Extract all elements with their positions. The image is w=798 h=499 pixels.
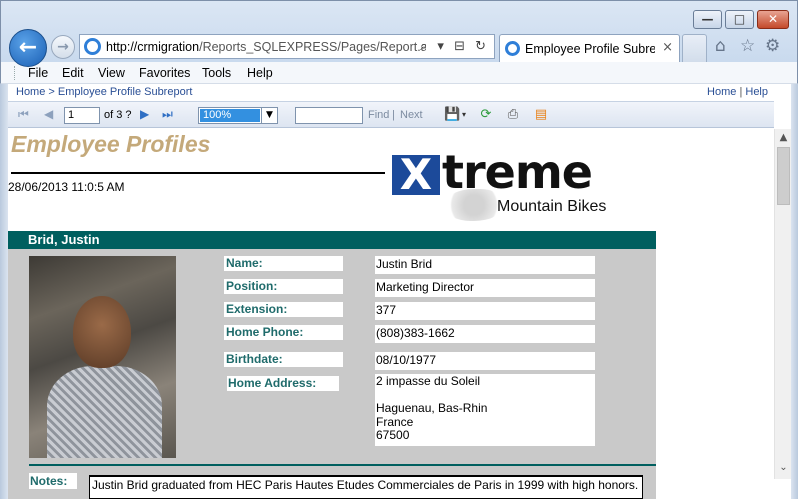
breadcrumb: Home > Employee Profile Subreport Home |… <box>8 84 774 101</box>
report-date: 28/06/2013 11:0:5 AM <box>8 180 125 194</box>
breadcrumb-separator: > <box>48 86 55 98</box>
close-window-button[interactable]: ✕ <box>757 10 789 29</box>
window-left-edge <box>0 84 8 499</box>
ie-page-icon <box>84 38 101 55</box>
position-label: Position: <box>224 279 343 294</box>
print-icon[interactable]: ⎙ <box>505 107 521 123</box>
vertical-scrollbar[interactable]: ▲ ⌄ <box>774 129 791 479</box>
address-url[interactable]: http://crmigration/Reports_SQLEXPRESS/Pa… <box>106 40 426 54</box>
position-value: Marketing Director <box>375 279 595 297</box>
employee-photo <box>29 256 176 458</box>
scroll-down-icon[interactable]: ⌄ <box>775 459 792 476</box>
back-button[interactable]: ← <box>9 29 47 67</box>
employee-header-name: Brid, Justin <box>28 232 100 247</box>
url-domain: http://crmigration <box>106 40 200 54</box>
link-separator: | <box>739 86 743 98</box>
logo-subtitle: Mountain Bikes <box>497 198 607 215</box>
menu-bar: File Edit View Favorites Tools Help <box>0 62 798 84</box>
menu-view[interactable]: View <box>98 66 125 80</box>
notes-divider <box>29 464 656 466</box>
tab-employee-profile[interactable]: Employee Profile Subre... × <box>499 34 680 62</box>
title-divider <box>11 172 385 174</box>
menu-help[interactable]: Help <box>247 66 273 80</box>
report-title: Employee Profiles <box>11 131 211 157</box>
photo-shirt <box>47 366 162 458</box>
xtreme-logo: X treme Mountain Bikes <box>392 145 652 221</box>
new-tab-button[interactable] <box>682 34 707 62</box>
maximize-icon: □ <box>733 12 746 26</box>
zoom-select[interactable]: 100% ▼ <box>198 107 278 124</box>
tab-close-icon[interactable]: × <box>662 40 673 56</box>
birthdate-label: Birthdate: <box>224 352 343 367</box>
employee-header: Brid, Justin <box>8 231 656 249</box>
export-dropdown-icon[interactable]: ▾ <box>460 107 468 123</box>
home-address-value: 2 impasse du Soleil Haguenau, Bas-Rhin F… <box>375 374 595 446</box>
chevron-down-icon[interactable]: ▼ <box>261 108 277 123</box>
name-value: Justin Brid <box>375 256 595 274</box>
find-next-link[interactable]: Next <box>400 109 423 121</box>
notes-label: Notes: <box>29 473 77 489</box>
scroll-thumb[interactable] <box>777 147 790 205</box>
url-path: /Reports_SQLEXPRESS/Pages/Report.aspx? <box>199 40 426 54</box>
menu-edit[interactable]: Edit <box>62 66 84 80</box>
breadcrumb-home-link[interactable]: Home <box>16 86 45 98</box>
zoom-value: 100% <box>200 109 260 122</box>
address-bar[interactable]: http://crmigration/Reports_SQLEXPRESS/Pa… <box>79 34 495 59</box>
first-page-icon[interactable]: ⏮ <box>18 107 29 122</box>
scroll-up-icon[interactable]: ▲ <box>775 129 792 146</box>
page-count-text: of 3 ? <box>104 109 132 121</box>
name-label: Name: <box>224 256 343 271</box>
minimize-icon: — <box>701 12 714 26</box>
menu-tools[interactable]: Tools <box>202 66 231 80</box>
notes-value: Justin Brid graduated from HEC Paris Hau… <box>89 475 643 499</box>
home-link[interactable]: Home <box>707 86 736 98</box>
prev-page-icon[interactable]: ◀ <box>44 107 53 122</box>
address-bar-icons[interactable]: ⌕ ▾ ⊟ ↻ <box>420 38 489 55</box>
menu-favorites[interactable]: Favorites <box>139 66 190 80</box>
export-icon[interactable]: 💾 <box>444 107 460 123</box>
next-page-icon[interactable]: ▶ <box>140 107 149 122</box>
menu-file[interactable]: File <box>28 66 48 80</box>
close-icon: ✕ <box>767 12 779 26</box>
find-link[interactable]: Find <box>368 109 389 121</box>
find-separator: | <box>392 109 395 121</box>
report-canvas: Employee Profiles 28/06/2013 11:0:5 AM X… <box>8 129 774 499</box>
ie-tab-icon <box>505 41 520 56</box>
forward-arrow-icon: → <box>57 39 69 55</box>
back-arrow-icon: ← <box>18 35 38 60</box>
extension-value: 377 <box>375 302 595 320</box>
extension-label: Extension: <box>224 302 343 317</box>
report-toolbar: ⏮ ◀ 1 of 3 ? ▶ ⏭ 100% ▼ Find | Next 💾 ▾ … <box>8 101 774 128</box>
window-right-edge <box>791 84 798 499</box>
tab-title: Employee Profile Subre... <box>525 42 655 56</box>
home-phone-label: Home Phone: <box>224 325 343 340</box>
employee-details: Name: Justin Brid Position: Marketing Di… <box>8 249 656 499</box>
menu-grip <box>14 66 17 80</box>
breadcrumb-current-link[interactable]: Employee Profile Subreport <box>58 86 193 98</box>
data-feed-icon[interactable]: ▤ <box>533 107 549 123</box>
favorites-star-icon[interactable]: ☆ <box>740 36 755 56</box>
photo-head <box>73 296 131 368</box>
logo-wordmark: treme <box>442 145 593 199</box>
maximize-button[interactable]: □ <box>725 10 754 29</box>
refresh-icon[interactable]: ⟳ <box>478 107 494 123</box>
birthdate-value: 08/10/1977 <box>375 352 595 370</box>
home-address-label: Home Address: <box>227 376 339 391</box>
forward-button[interactable]: → <box>51 35 75 59</box>
minimize-button[interactable]: — <box>693 10 722 29</box>
logo-x-box: X <box>392 154 440 196</box>
help-link[interactable]: Help <box>745 86 768 98</box>
page-number-input[interactable]: 1 <box>64 107 100 124</box>
gear-icon[interactable]: ⚙ <box>765 36 780 56</box>
last-page-icon[interactable]: ⏭ <box>162 107 173 122</box>
home-icon[interactable]: ⌂ <box>715 36 726 56</box>
find-input[interactable] <box>295 107 363 124</box>
home-phone-value: (808)383-1662 <box>375 325 595 343</box>
